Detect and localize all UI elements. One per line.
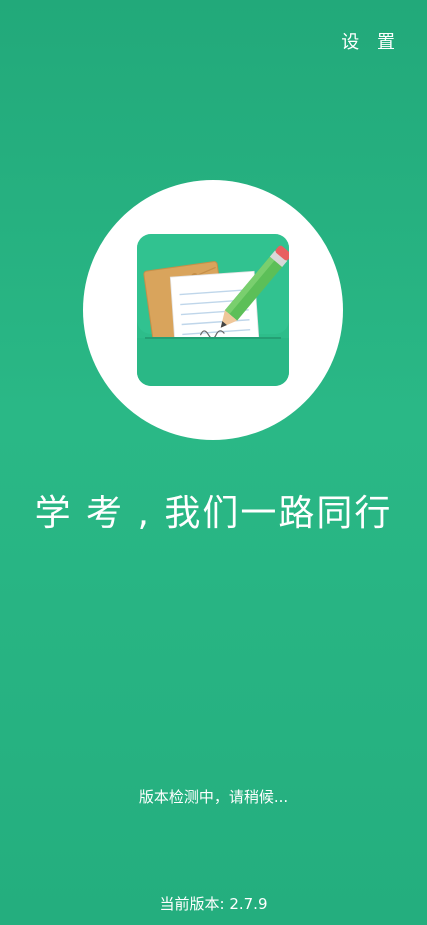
slogan-text: 学 考 , 我们一路同行 [34,493,393,534]
settings-button[interactable]: 设 置 [341,28,401,54]
notebook-pencil-icon [137,234,289,386]
logo-circle [83,180,343,440]
current-version: 当前版本: 2.7.9 [159,895,268,913]
version-check-status: 版本检测中，请稍候... [138,788,289,806]
